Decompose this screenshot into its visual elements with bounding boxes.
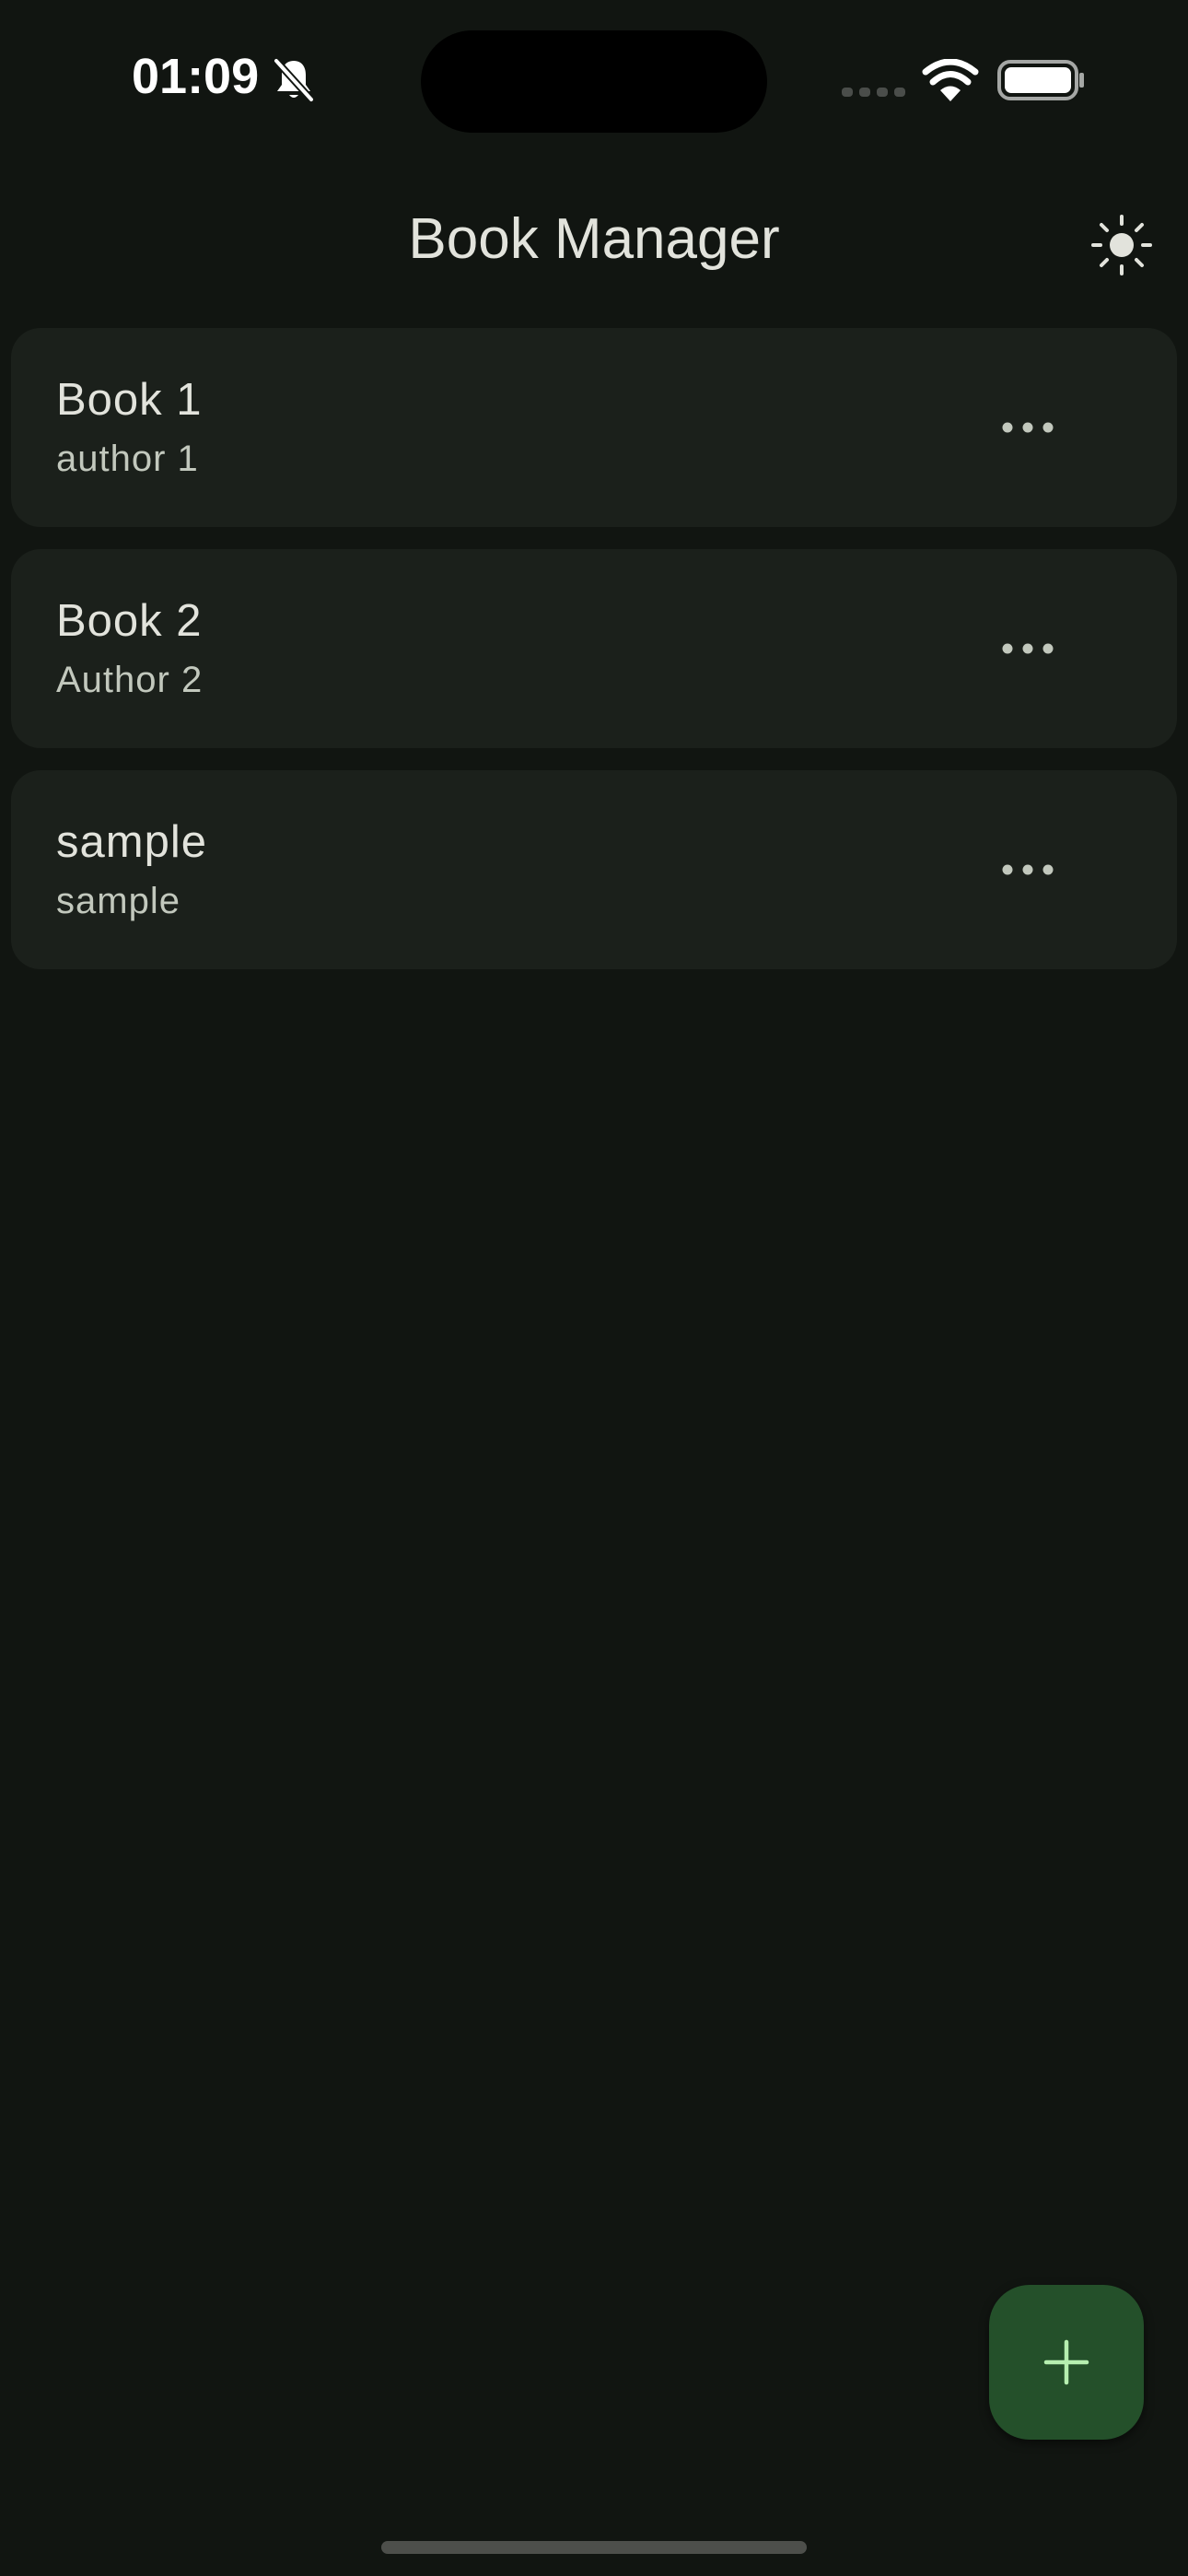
book-title: sample [56, 817, 207, 867]
page-title: Book Manager [408, 207, 780, 271]
book-list: Book 1 author 1 Book 2 Author 2 sample s… [11, 328, 1177, 991]
plus-icon [1043, 2339, 1089, 2385]
book-author: author 1 [56, 439, 199, 479]
more-horizontal-icon [1002, 864, 1054, 875]
book-title: Book 1 [56, 375, 203, 425]
app-bar: Book Manager [0, 184, 1188, 304]
more-horizontal-icon [1002, 422, 1054, 433]
battery-icon [997, 60, 1084, 100]
more-options-button[interactable] [991, 612, 1065, 685]
book-author: sample [56, 881, 181, 921]
home-indicator[interactable] [381, 2541, 807, 2554]
book-card[interactable]: sample sample [11, 770, 1177, 969]
more-horizontal-icon [1002, 643, 1054, 654]
book-card[interactable]: Book 2 Author 2 [11, 549, 1177, 748]
sun-icon [1091, 215, 1152, 275]
book-title: Book 2 [56, 596, 203, 646]
status-time: 01:09 [132, 49, 260, 104]
cellular-signal-icon [842, 88, 905, 97]
book-card[interactable]: Book 1 author 1 [11, 328, 1177, 527]
bell-slash-icon [274, 58, 314, 102]
more-options-button[interactable] [991, 391, 1065, 464]
more-options-button[interactable] [991, 833, 1065, 907]
book-author: Author 2 [56, 660, 204, 700]
theme-toggle-button[interactable] [1087, 210, 1157, 280]
wifi-icon [922, 59, 979, 101]
status-bar: 01:09 [0, 0, 1188, 157]
dynamic-island [421, 30, 767, 133]
add-book-button[interactable] [989, 2285, 1144, 2440]
